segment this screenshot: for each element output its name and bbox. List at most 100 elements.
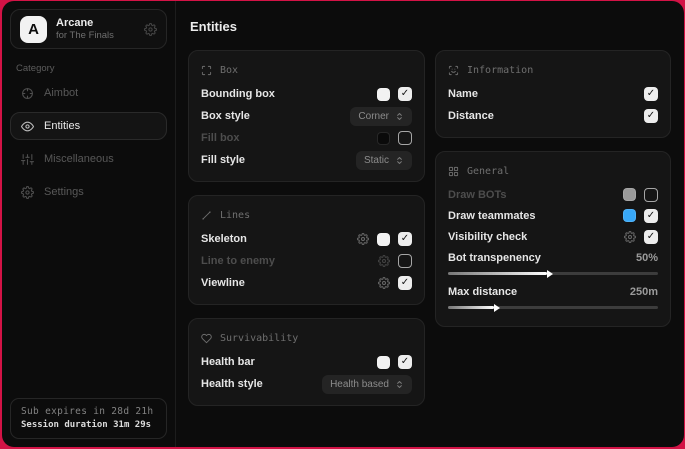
sidebar-item-aimbot[interactable]: Aimbot — [10, 79, 167, 107]
information-card: Information Name ✓ Distance ✓ — [435, 50, 671, 138]
max-distance-block: Max distance 250m — [448, 282, 658, 309]
sidebar-item-label: Miscellaneous — [44, 153, 114, 165]
setting-label: Draw teammates — [448, 210, 535, 222]
gear-icon — [21, 186, 34, 199]
checkbox-checked[interactable]: ✓ — [398, 276, 412, 290]
category-label: Category — [16, 63, 161, 74]
box-card-header: Box — [201, 60, 412, 80]
checkbox-checked[interactable]: ✓ — [398, 87, 412, 101]
distance-row: Distance ✓ — [448, 105, 658, 127]
lines-card: Lines Skeleton ✓ Line to enemy — [188, 195, 425, 305]
setting-label: Distance — [448, 110, 494, 122]
slider-value: 250m — [630, 286, 658, 298]
checkbox-unchecked[interactable] — [398, 254, 412, 268]
slider-fill[interactable] — [448, 272, 547, 275]
gear-icon[interactable] — [624, 231, 636, 243]
check-icon: ✓ — [647, 111, 655, 121]
box-style-row: Box style Corner — [201, 105, 412, 127]
bot-transparency-block: Bot transpenency 50% — [448, 248, 658, 275]
setting-label: Draw BOTs — [448, 189, 506, 201]
viewline-row: Viewline ✓ — [201, 272, 412, 294]
sidebar-item-label: Settings — [44, 186, 84, 198]
subscription-card: Sub expires in 28d 21h Session duration … — [10, 398, 167, 439]
box-style-dropdown[interactable]: Corner — [350, 107, 412, 126]
gear-icon[interactable] — [357, 233, 369, 245]
color-swatch[interactable] — [623, 188, 636, 201]
health-bar-row: Health bar ✓ — [201, 351, 412, 373]
left-column: Box Bounding box ✓ Box style Corn — [188, 50, 425, 406]
checkbox-checked[interactable]: ✓ — [644, 109, 658, 123]
gear-icon[interactable] — [378, 277, 390, 289]
checkbox-checked[interactable]: ✓ — [644, 209, 658, 223]
checkbox-unchecked[interactable] — [398, 131, 412, 145]
sidebar-item-label: Entities — [44, 120, 80, 132]
setting-label: Box style — [201, 110, 250, 122]
check-icon: ✓ — [647, 232, 655, 242]
color-swatch[interactable] — [623, 209, 636, 222]
dropdown-value: Health based — [330, 379, 389, 390]
color-swatch[interactable] — [377, 356, 390, 369]
checkbox-checked[interactable]: ✓ — [398, 232, 412, 246]
check-icon: ✓ — [401, 278, 409, 288]
card-title: Lines — [220, 210, 250, 221]
setting-label: Fill box — [201, 132, 240, 144]
app-subtitle: for The Finals — [56, 30, 114, 41]
color-swatch[interactable] — [377, 233, 390, 246]
checkbox-checked[interactable]: ✓ — [644, 230, 658, 244]
slider-fill[interactable] — [448, 306, 494, 309]
cards-columns: Box Bounding box ✓ Box style Corn — [188, 50, 671, 406]
setting-label: Max distance — [448, 286, 517, 298]
check-icon: ✓ — [401, 89, 409, 99]
dropdown-value: Corner — [358, 111, 389, 122]
bot-transparency-slider[interactable] — [448, 272, 658, 275]
setting-label: Bot transpenency — [448, 252, 541, 264]
checkbox-checked[interactable]: ✓ — [644, 87, 658, 101]
app-title: Arcane — [56, 17, 114, 29]
max-distance-slider[interactable] — [448, 306, 658, 309]
fill-style-row: Fill style Static — [201, 149, 412, 171]
checkbox-unchecked[interactable] — [644, 188, 658, 202]
card-title: Survivability — [220, 333, 298, 344]
bounding-box-row: Bounding box ✓ — [201, 83, 412, 105]
setting-label: Viewline — [201, 277, 245, 289]
brand-text: Arcane for The Finals — [56, 17, 114, 41]
box-card: Box Bounding box ✓ Box style Corn — [188, 50, 425, 182]
chevrons-up-down-icon — [395, 380, 404, 389]
sidebar-item-miscellaneous[interactable]: Miscellaneous — [10, 145, 167, 173]
brackets-icon — [201, 65, 212, 76]
right-column: Information Name ✓ Distance ✓ — [435, 50, 671, 327]
fill-style-dropdown[interactable]: Static — [356, 151, 412, 170]
general-card: General Draw BOTs Draw teammates ✓ — [435, 151, 671, 327]
eye-icon — [21, 120, 34, 133]
sidebar: A Arcane for The Finals Category Aimbot … — [2, 1, 176, 447]
checkbox-checked[interactable]: ✓ — [398, 355, 412, 369]
color-swatch[interactable] — [377, 132, 390, 145]
brand-card: A Arcane for The Finals — [10, 9, 167, 49]
crosshair-icon — [21, 87, 34, 100]
session-duration-text: Session duration 31m 29s — [21, 420, 156, 430]
color-swatch[interactable] — [377, 88, 390, 101]
settings-gear-icon[interactable] — [144, 23, 157, 36]
survivability-card-header: Survivability — [201, 328, 412, 348]
main-content: Entities Box Bounding box ✓ — [176, 1, 684, 447]
gear-icon[interactable] — [378, 255, 390, 267]
draw-teammates-row: Draw teammates ✓ — [448, 205, 658, 226]
line-icon — [201, 210, 212, 221]
information-card-header: Information — [448, 60, 658, 80]
lines-card-header: Lines — [201, 205, 412, 225]
setting-label: Skeleton — [201, 233, 247, 245]
check-icon: ✓ — [401, 234, 409, 244]
health-style-dropdown[interactable]: Health based — [322, 375, 412, 394]
survivability-card: Survivability Health bar ✓ Health style — [188, 318, 425, 406]
sidebar-spacer — [10, 206, 167, 398]
app-window: A Arcane for The Finals Category Aimbot … — [2, 1, 684, 447]
page-title: Entities — [190, 19, 671, 34]
general-card-header: General — [448, 161, 658, 181]
check-icon: ✓ — [401, 357, 409, 367]
sidebar-item-entities[interactable]: Entities — [10, 112, 167, 140]
skeleton-row: Skeleton ✓ — [201, 228, 412, 250]
line-to-enemy-row: Line to enemy — [201, 250, 412, 272]
setting-label: Line to enemy — [201, 255, 275, 267]
sidebar-item-settings[interactable]: Settings — [10, 178, 167, 206]
sidebar-item-label: Aimbot — [44, 87, 78, 99]
